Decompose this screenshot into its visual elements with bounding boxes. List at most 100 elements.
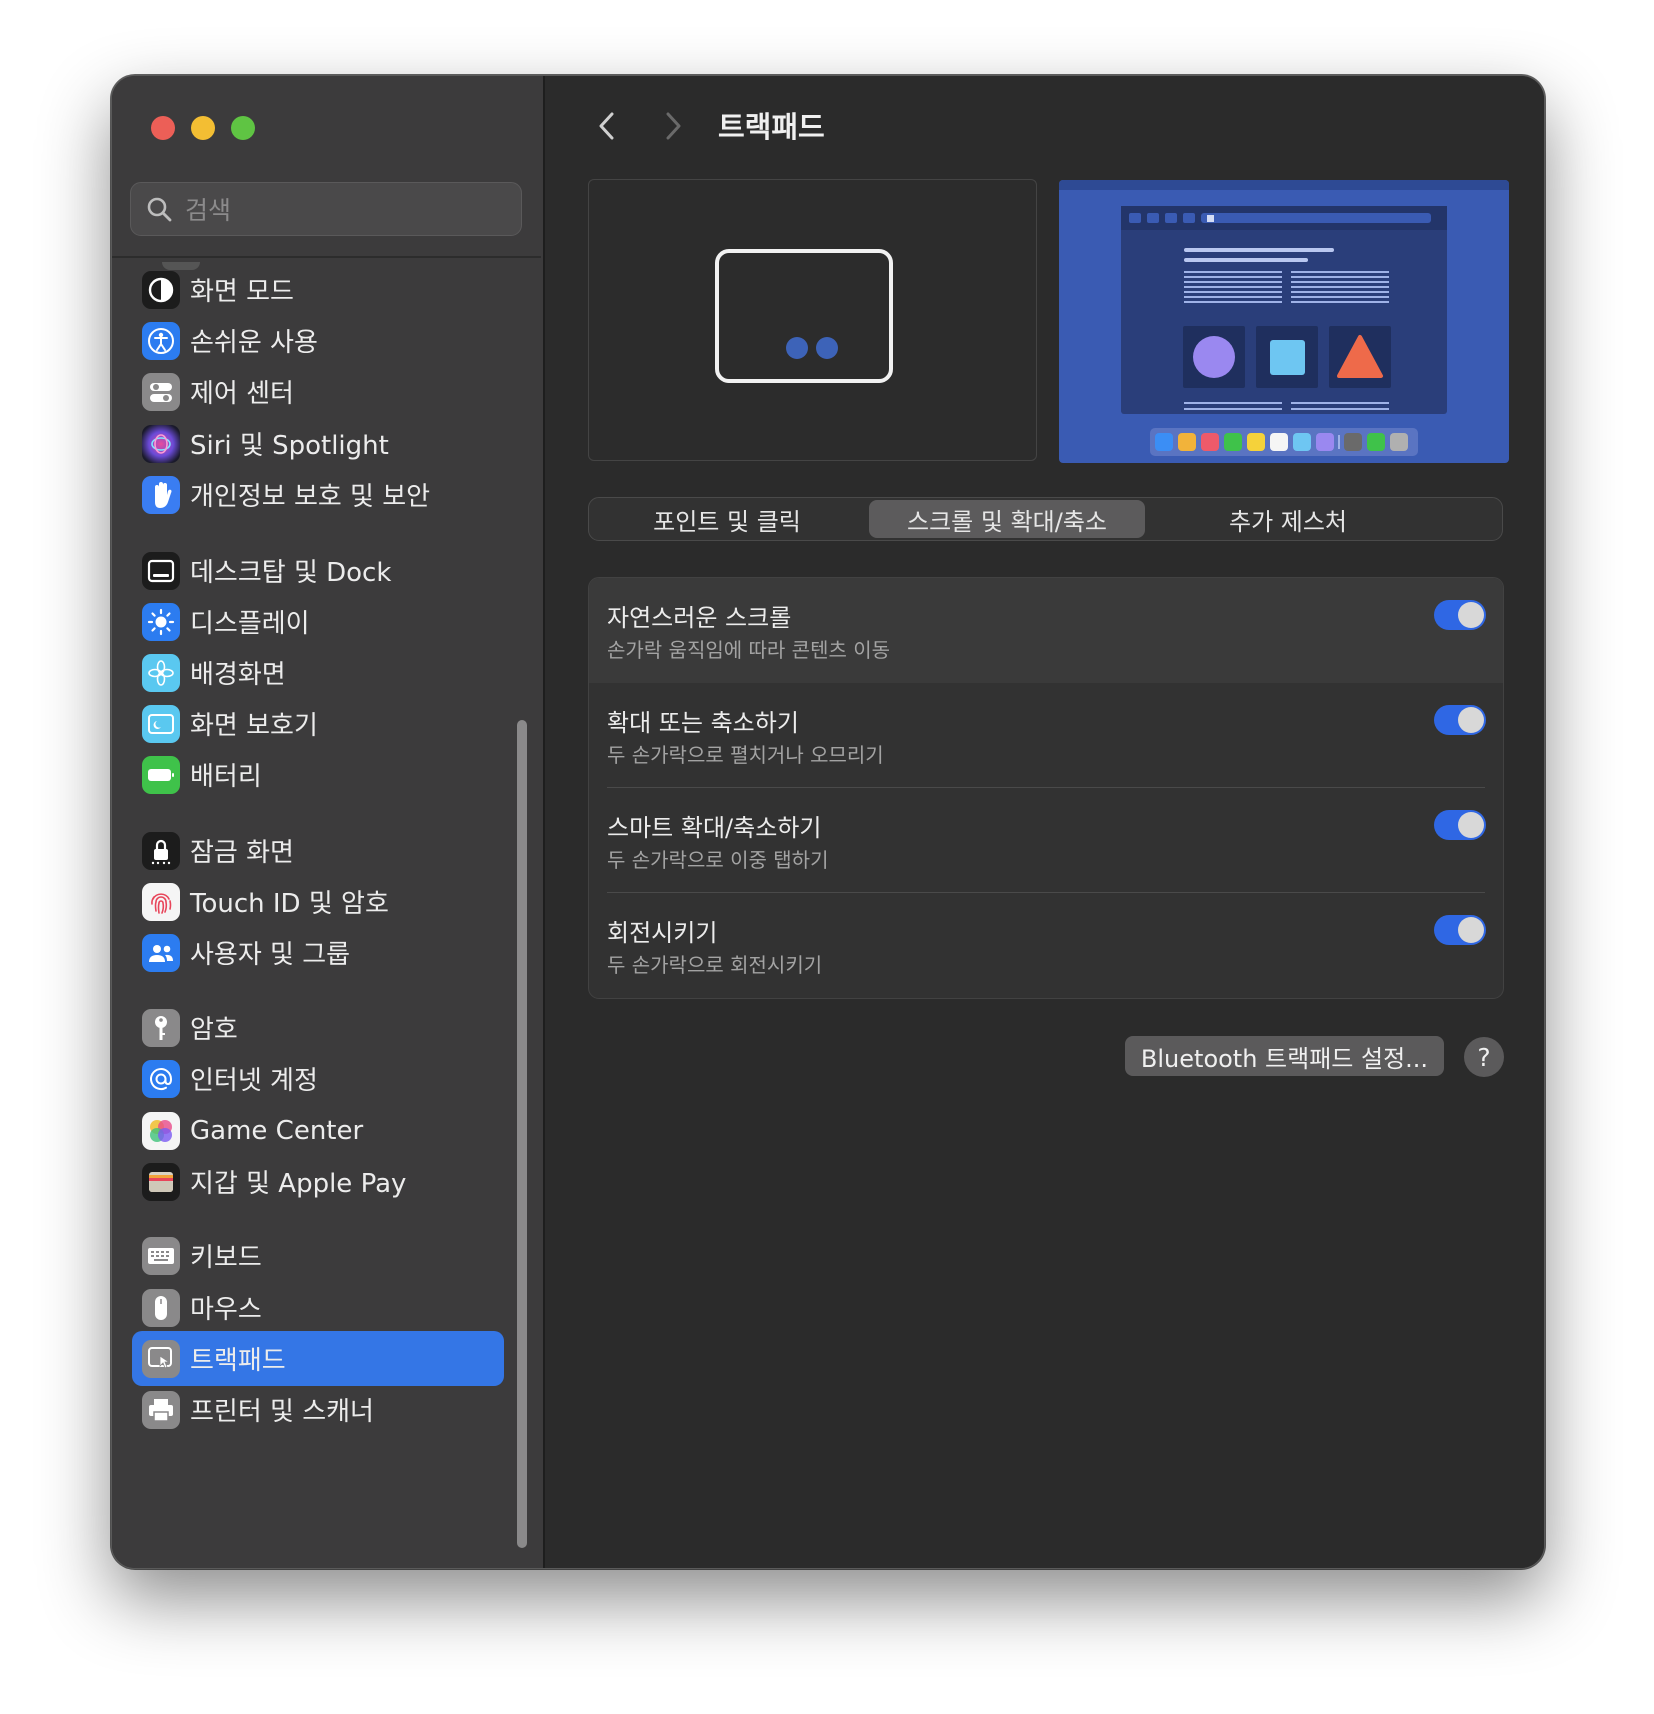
sidebar-item-label: 개인정보 보호 및 보안 [190, 482, 431, 512]
setting-title: 회전시키기 [607, 919, 718, 947]
sidebar-item-internet-accounts[interactable]: 인터넷 계정 [132, 1051, 504, 1106]
sidebar-item-label: 데스크탑 및 Dock [190, 558, 392, 588]
sidebar-item-display[interactable]: 디스플레이 [132, 594, 504, 649]
toggle-knob [1458, 707, 1484, 733]
sidebar-item-battery[interactable]: 배터리 [132, 747, 504, 802]
sidebar-item-printers-scanners[interactable]: 프린터 및 스캐너 [132, 1382, 504, 1437]
privacy-hand-icon [142, 475, 180, 514]
siri-icon [142, 424, 180, 463]
setting-subtitle: 두 손가락으로 이중 탭하기 [607, 848, 829, 872]
tab-more-gestures[interactable]: 추가 제스처 [1149, 500, 1427, 538]
sidebar-item-label: 사용자 및 그룹 [190, 940, 351, 970]
setting-row-smart-zoom: 스마트 확대/축소하기 두 손가락으로 이중 탭하기 [589, 788, 1503, 893]
screensaver-icon [142, 704, 180, 743]
sidebar-item-label: 배경화면 [190, 660, 286, 690]
search-input[interactable] [183, 191, 507, 229]
sidebar-item-label: 배터리 [190, 762, 262, 792]
sidebar-item-screensaver[interactable]: 화면 보호기 [132, 696, 504, 751]
accessibility-icon [142, 321, 180, 360]
sidebar-item-label: Siri 및 Spotlight [190, 431, 389, 461]
toggle-knob [1458, 602, 1484, 628]
tab-point-click[interactable]: 포인트 및 클릭 [591, 500, 863, 538]
page-title: 트랙패드 [718, 110, 825, 144]
sidebar-item-mouse[interactable]: 마우스 [132, 1280, 504, 1335]
wallet-icon [142, 1162, 180, 1201]
trackpad-gesture-illustration [715, 249, 893, 383]
sidebar-item-label: 마우스 [190, 1295, 262, 1325]
control-center-icon [142, 372, 180, 411]
setting-title: 자연스러운 스크롤 [607, 604, 792, 632]
desktop-dock-icon [142, 551, 180, 590]
sidebar-item-label: Touch ID 및 암호 [190, 889, 389, 919]
sidebar-item-touch-id[interactable]: Touch ID 및 암호 [132, 874, 504, 929]
sidebar-item-label: Game Center [190, 1115, 364, 1146]
smart-zoom-toggle[interactable] [1434, 810, 1486, 840]
setting-title: 스마트 확대/축소하기 [607, 814, 822, 842]
sidebar-item-lock-screen[interactable]: 잠금 화면 [132, 823, 504, 878]
natural-scroll-toggle[interactable] [1434, 600, 1486, 630]
setting-subtitle: 손가락 움직임에 따라 콘텐츠 이동 [607, 638, 891, 662]
game-center-icon [142, 1111, 180, 1150]
trackpad-icon [142, 1339, 180, 1378]
sidebar-item-game-center[interactable]: Game Center [132, 1103, 504, 1158]
sidebar-item-label: 암호 [190, 1015, 238, 1045]
sidebar-item-label: 잠금 화면 [190, 838, 294, 868]
users-icon [142, 933, 180, 972]
search-icon [147, 197, 172, 222]
fingerprint-icon [142, 882, 180, 921]
rotate-toggle[interactable] [1434, 915, 1486, 945]
main-pane: 트랙패드 포인트 및 클릭 스크롤 및 확대/축소 추가 제스처 자연스러운 스… [545, 76, 1544, 1568]
wallpaper-flower-icon [142, 653, 180, 692]
lock-screen-icon [142, 831, 180, 870]
window-controls [151, 116, 255, 140]
minimize-window-button[interactable] [191, 116, 215, 140]
sidebar-item-users-groups[interactable]: 사용자 및 그룹 [132, 925, 504, 980]
zoom-window-button[interactable] [231, 116, 255, 140]
back-arrow-icon[interactable] [592, 108, 622, 144]
sidebar-item-privacy-security[interactable]: 개인정보 보호 및 보안 [132, 467, 504, 522]
settings-list: 자연스러운 스크롤 손가락 움직임에 따라 콘텐츠 이동 확대 또는 축소하기 … [588, 577, 1504, 999]
tab-scroll-zoom[interactable]: 스크롤 및 확대/축소 [869, 500, 1145, 538]
sidebar-item-label: 화면 보호기 [190, 711, 318, 741]
close-window-button[interactable] [151, 116, 175, 140]
sidebar-item-desktop-dock[interactable]: 데스크탑 및 Dock [132, 543, 504, 598]
setting-subtitle: 두 손가락으로 회전시키기 [607, 953, 823, 977]
sidebar-item-wallpaper[interactable]: 배경화면 [132, 645, 504, 700]
sidebar-item-label: 손쉬운 사용 [190, 328, 318, 358]
sidebar-item-passwords[interactable]: 암호 [132, 1000, 504, 1055]
sidebar-item-label: 프린터 및 스캐너 [190, 1397, 374, 1427]
sidebar-item-label: 지갑 및 Apple Pay [190, 1169, 407, 1199]
printer-icon [142, 1390, 180, 1429]
sidebar-item-label: 키보드 [190, 1243, 262, 1273]
search-box[interactable] [130, 182, 522, 236]
screen-preview-illustration [1059, 180, 1509, 456]
setting-row-natural-scroll: 자연스러운 스크롤 손가락 움직임에 따라 콘텐츠 이동 [589, 578, 1503, 683]
sidebar-item-siri-spotlight[interactable]: Siri 및 Spotlight [132, 416, 504, 471]
forward-arrow-icon[interactable] [658, 108, 688, 144]
sidebar-scrollbar[interactable] [517, 720, 527, 1548]
sidebar-divider [112, 256, 541, 258]
mouse-icon [142, 1288, 180, 1327]
screen-preview [1059, 180, 1509, 463]
settings-window: 화면 모드 손쉬운 사용 제어 센터 Siri 및 Spotlight [111, 75, 1545, 1569]
sidebar-item-trackpad[interactable]: 트랙패드 [132, 1331, 504, 1386]
keyboard-icon [142, 1236, 180, 1275]
help-button[interactable]: ? [1464, 1037, 1504, 1077]
setting-row-rotate: 회전시키기 두 손가락으로 회전시키기 [589, 893, 1503, 998]
sidebar-item-keyboard[interactable]: 키보드 [132, 1228, 504, 1283]
sidebar-list: 화면 모드 손쉬운 사용 제어 센터 Siri 및 Spotlight 개인정보… [132, 262, 504, 1562]
sidebar-item-appearance[interactable]: 화면 모드 [132, 262, 504, 317]
appearance-icon [142, 270, 180, 309]
sidebar-item-accessibility[interactable]: 손쉬운 사용 [132, 313, 504, 368]
sidebar-item-label: 디스플레이 [190, 609, 310, 639]
display-sun-icon [142, 602, 180, 641]
sidebar-item-label: 트랙패드 [190, 1346, 286, 1376]
bluetooth-trackpad-setup-button[interactable]: Bluetooth 트랙패드 설정... [1125, 1036, 1444, 1076]
tab-bar: 포인트 및 클릭 스크롤 및 확대/축소 추가 제스처 [588, 497, 1503, 541]
gesture-preview [588, 179, 1037, 461]
sidebar-item-control-center[interactable]: 제어 센터 [132, 364, 504, 419]
sidebar: 화면 모드 손쉬운 사용 제어 센터 Siri 및 Spotlight [112, 76, 545, 1568]
toggle-knob [1458, 917, 1484, 943]
zoom-toggle[interactable] [1434, 705, 1486, 735]
sidebar-item-wallet[interactable]: 지갑 및 Apple Pay [132, 1154, 504, 1209]
